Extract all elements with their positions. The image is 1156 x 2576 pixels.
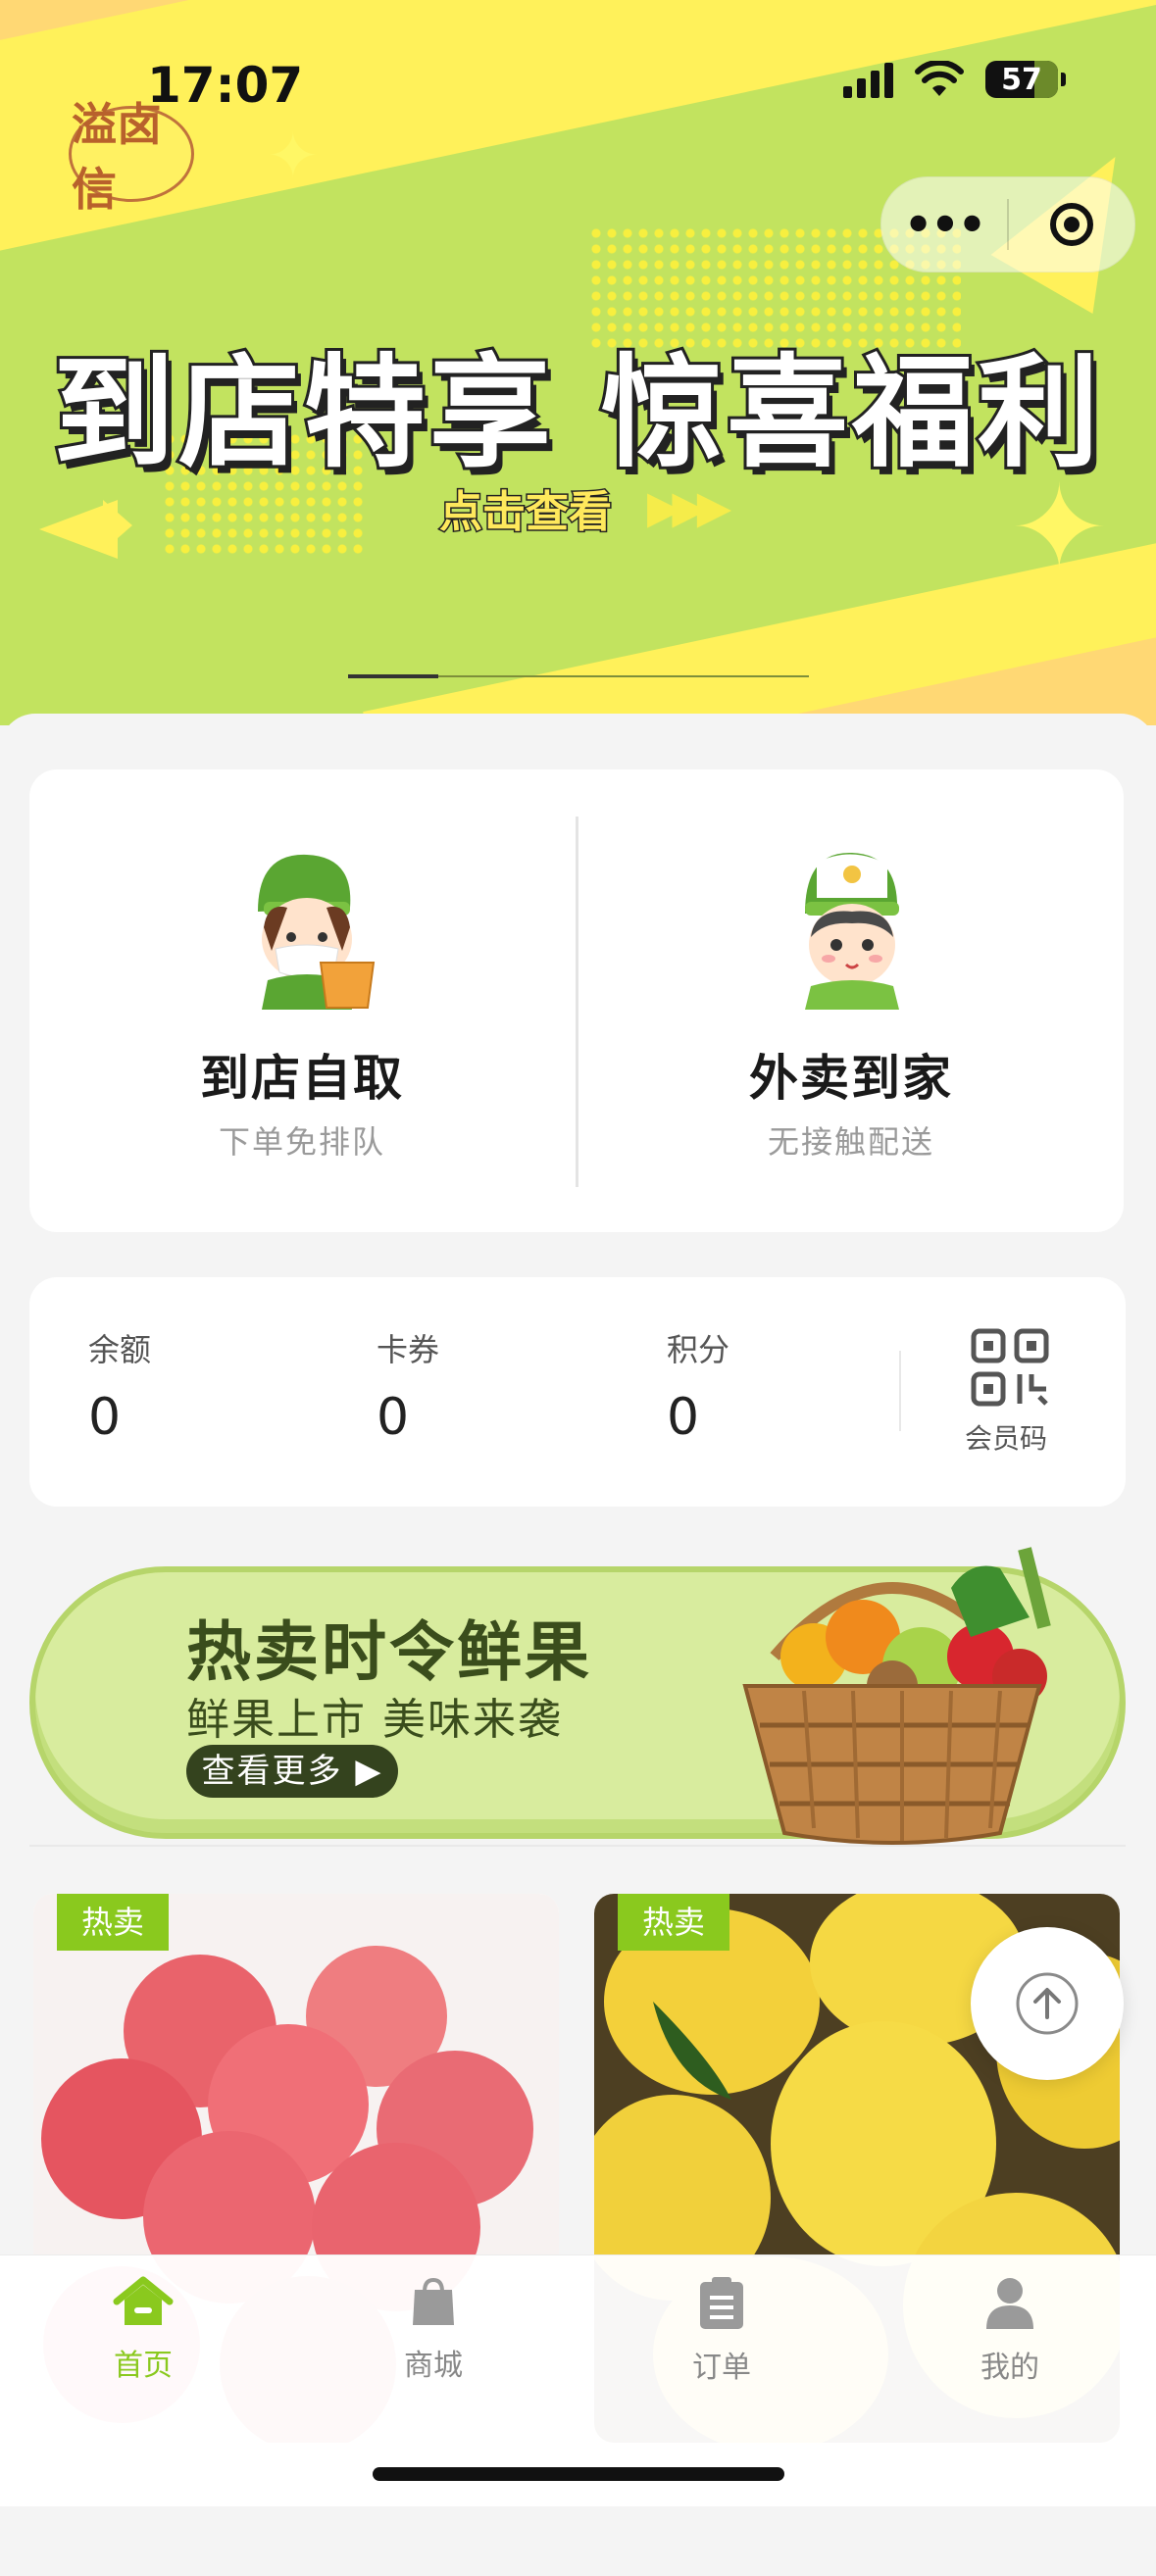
delivery-subtitle: 无接触配送 (767, 1123, 934, 1161)
pickup-avatar-icon (258, 854, 376, 1010)
balance-label: 余额 (88, 1331, 152, 1368)
view-more-button[interactable]: 查看更多 ▶ (186, 1745, 398, 1798)
delivery-avatar-icon (805, 852, 899, 1010)
banner-triangle (103, 500, 132, 551)
tab-orders-label: 订单 (692, 2351, 751, 2385)
hot-sale-tag: 热卖 (57, 1894, 169, 1951)
fruit-basket-image (742, 1547, 1051, 1845)
balance-value: 0 (88, 1388, 122, 1447)
member-code-label[interactable]: 会员码 (965, 1417, 1047, 1457)
assets-card (29, 1277, 1126, 1507)
chevron-right-icon: ▶▶▶ (647, 480, 731, 533)
points-label: 积分 (667, 1331, 730, 1368)
assets-divider (899, 1351, 901, 1431)
battery-level: 57 (1001, 62, 1042, 97)
more-icon[interactable]: ••• (881, 202, 1007, 247)
points-value: 0 (667, 1388, 700, 1447)
qr-code-icon[interactable] (971, 1328, 1049, 1407)
brand-logo: 溢卤信 (69, 98, 194, 216)
tab-profile-label: 我的 (980, 2351, 1039, 2385)
balance-item[interactable]: 余额 0 (88, 1325, 151, 1447)
shopping-bag-icon (413, 2277, 454, 2325)
tab-home[interactable]: 首页 (65, 2276, 222, 2384)
target-icon (1050, 203, 1093, 246)
close-miniprogram-button[interactable] (1009, 203, 1134, 246)
status-icons: 57 (843, 61, 1066, 98)
hot-sale-tag: 热卖 (618, 1894, 729, 1951)
home-icon (113, 2276, 174, 2325)
pickup-title: 到店自取 (200, 1050, 404, 1107)
pickup-service[interactable]: 到店自取 下单免排队 (29, 843, 575, 1163)
clipboard-icon (700, 2277, 743, 2329)
points-item[interactable]: 积分 0 (667, 1325, 729, 1447)
delivery-title: 外卖到家 (749, 1050, 953, 1107)
tab-mall[interactable]: 商城 (355, 2276, 512, 2384)
user-icon (986, 2278, 1033, 2329)
wifi-icon (915, 61, 964, 96)
delivery-service[interactable]: 外卖到家 无接触配送 (578, 843, 1124, 1163)
banner-title: 到店特享 惊喜福利 (50, 340, 1104, 487)
coupons-value: 0 (377, 1388, 410, 1447)
pickup-subtitle: 下单免排队 (218, 1123, 385, 1161)
promo-subtitle: 鲜果上市 美味来袭 (186, 1695, 563, 1745)
banner-subtitle[interactable]: 点击查看 (438, 476, 614, 539)
arrow-up-icon (1016, 1972, 1079, 2035)
section-divider (29, 1845, 1126, 1847)
carousel-indicator-active (348, 674, 438, 678)
back-to-top-button[interactable] (971, 1927, 1124, 2080)
tab-home-label: 首页 (114, 2349, 173, 2383)
sparkle-icon: ✦ (267, 121, 320, 193)
battery-icon: 57 (985, 61, 1066, 98)
coupons-label: 卡券 (377, 1331, 440, 1368)
tab-mall-label: 商城 (404, 2349, 463, 2383)
home-indicator (373, 2467, 784, 2481)
promo-title: 热卖时令鲜果 (186, 1614, 592, 1690)
tab-orders[interactable]: 订单 (643, 2276, 800, 2386)
miniprogram-capsule: ••• (880, 176, 1135, 272)
status-time: 17:07 (147, 57, 304, 114)
tab-profile[interactable]: 我的 (931, 2276, 1088, 2386)
coupons-item[interactable]: 卡券 0 (377, 1325, 439, 1447)
signal-icon (843, 61, 893, 98)
